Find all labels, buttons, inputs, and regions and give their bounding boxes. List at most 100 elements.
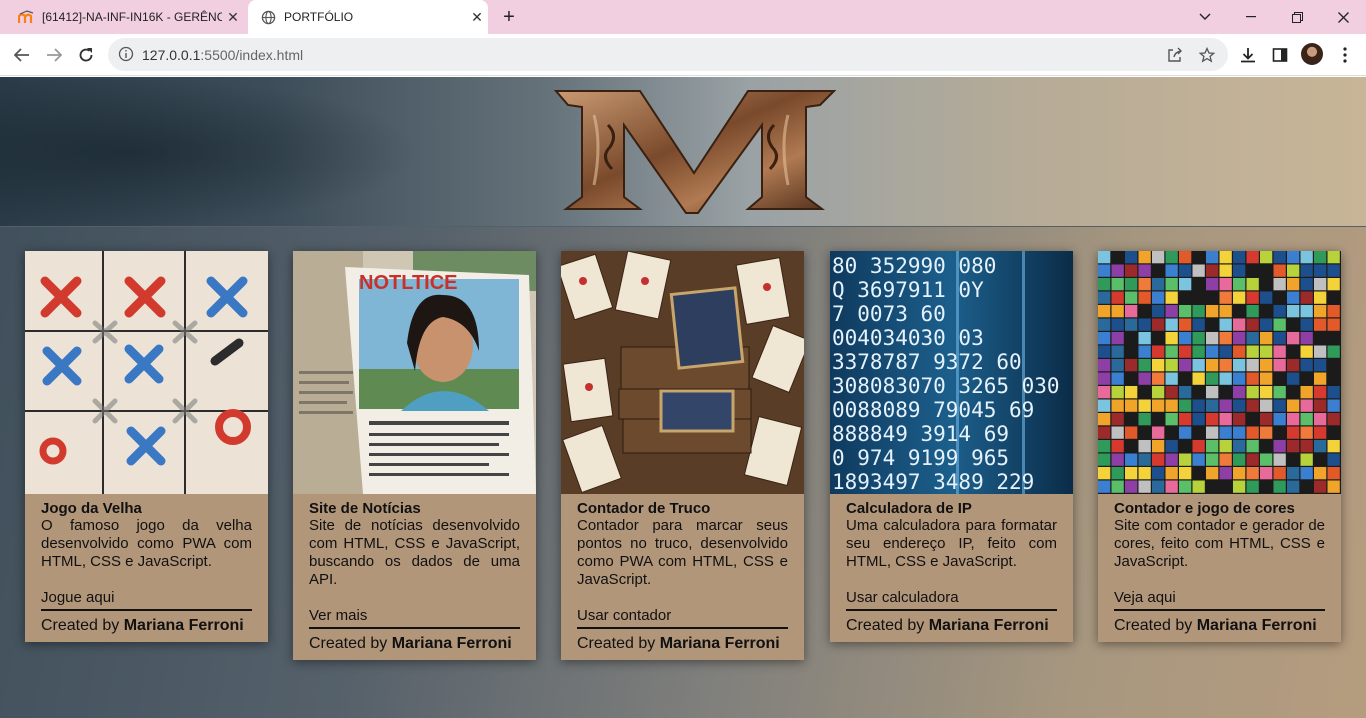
mosaic-tile <box>1179 318 1192 331</box>
mosaic-tile <box>1192 305 1205 318</box>
download-icon[interactable] <box>1237 44 1259 66</box>
share-icon[interactable] <box>1166 46 1184 64</box>
mosaic-tile <box>1206 413 1219 426</box>
mosaic-tile <box>1246 440 1259 453</box>
mosaic-tile <box>1165 453 1178 466</box>
mosaic-tile <box>1300 453 1313 466</box>
mosaic-tile <box>1179 291 1192 304</box>
card-description: Site de notícias desenvolvido com HTML, … <box>309 517 520 588</box>
card-link[interactable]: Ver mais <box>309 607 520 626</box>
minimize-icon[interactable] <box>1228 0 1274 34</box>
reload-icon[interactable] <box>73 42 99 68</box>
mosaic-tile <box>1246 264 1259 277</box>
mosaic-tile <box>1246 467 1259 480</box>
mosaic-tile <box>1138 399 1151 412</box>
mosaic-tile <box>1273 251 1286 264</box>
restore-icon[interactable] <box>1274 0 1320 34</box>
credit-name: Mariana Ferroni <box>1196 617 1317 634</box>
mosaic-tile <box>1327 345 1340 358</box>
side-panel-icon[interactable] <box>1269 44 1291 66</box>
mosaic-tile <box>1165 359 1178 372</box>
mosaic-tile <box>1152 453 1165 466</box>
mosaic-tile <box>1233 480 1246 493</box>
mosaic-tile <box>1111 345 1124 358</box>
mosaic-tile <box>1111 305 1124 318</box>
mosaic-tile <box>1206 372 1219 385</box>
image-number-line: 1893497 3489 229 <box>832 470 1034 494</box>
mosaic-tile <box>1206 264 1219 277</box>
mosaic-tile <box>1111 467 1124 480</box>
mosaic-tile <box>1192 345 1205 358</box>
mosaic-tile <box>1287 291 1300 304</box>
mosaic-tile <box>1260 278 1273 291</box>
mosaic-tile <box>1233 345 1246 358</box>
mosaic-tile <box>1260 453 1273 466</box>
mosaic-tile <box>1165 318 1178 331</box>
playing-cards-image <box>561 251 804 494</box>
tab-portfolio[interactable]: PORTFÓLIO ✕ <box>248 0 488 34</box>
mosaic-tile <box>1246 399 1259 412</box>
mosaic-tile <box>1287 278 1300 291</box>
mosaic-tile <box>1273 399 1286 412</box>
card-link[interactable]: Jogue aqui <box>41 589 252 608</box>
mosaic-tile <box>1138 413 1151 426</box>
mosaic-tile <box>1219 399 1232 412</box>
mosaic-tile <box>1219 453 1232 466</box>
card-link[interactable]: Usar contador <box>577 607 788 626</box>
mosaic-tile <box>1152 305 1165 318</box>
site-info-icon[interactable] <box>118 46 134 67</box>
mosaic-tile <box>1152 345 1165 358</box>
menu-dots-icon[interactable] <box>1334 44 1356 66</box>
card-link[interactable]: Usar calculadora <box>846 589 1057 608</box>
mosaic-tile <box>1287 345 1300 358</box>
mosaic-tile <box>1327 278 1340 291</box>
mosaic-tile <box>1111 332 1124 345</box>
mosaic-tile <box>1206 345 1219 358</box>
card-credit: Created by Mariana Ferroni <box>309 629 520 660</box>
mosaic-tile <box>1300 386 1313 399</box>
tab-search-icon[interactable] <box>1182 0 1228 34</box>
card-link[interactable]: Veja aqui <box>1114 589 1325 608</box>
back-icon[interactable] <box>9 42 35 68</box>
mosaic-tile <box>1206 399 1219 412</box>
mosaic-tile <box>1273 291 1286 304</box>
close-tab-icon[interactable]: ✕ <box>222 9 244 26</box>
mosaic-tile <box>1260 332 1273 345</box>
mosaic-tile <box>1219 332 1232 345</box>
tab-moodle[interactable]: [61412]-NA-INF-IN16K - GERÊNCIA ✕ <box>8 0 244 34</box>
mosaic-tile <box>1273 480 1286 493</box>
mosaic-tile <box>1098 453 1111 466</box>
mosaic-tile <box>1300 426 1313 439</box>
mosaic-tile <box>1192 453 1205 466</box>
mosaic-tile <box>1219 305 1232 318</box>
mosaic-tile <box>1273 359 1286 372</box>
credit-name: Mariana Ferroni <box>928 617 1049 634</box>
mosaic-tile <box>1098 318 1111 331</box>
forward-icon[interactable] <box>41 42 67 68</box>
mosaic-tile <box>1260 251 1273 264</box>
mosaic-tile <box>1314 291 1327 304</box>
mosaic-tile <box>1165 278 1178 291</box>
mosaic-tile <box>1098 251 1111 264</box>
mosaic-tile <box>1300 413 1313 426</box>
address-bar[interactable]: 127.0.0.1:5500/index.html <box>108 38 1228 71</box>
credit-name: Mariana Ferroni <box>391 635 512 652</box>
mosaic-tile <box>1287 467 1300 480</box>
moodle-icon <box>18 9 34 25</box>
bookmark-star-icon[interactable] <box>1198 46 1216 64</box>
close-tab-icon[interactable]: ✕ <box>466 9 488 26</box>
mosaic-tile <box>1111 453 1124 466</box>
profile-avatar[interactable] <box>1301 43 1323 65</box>
mosaic-tile <box>1300 278 1313 291</box>
mosaic-tile <box>1233 359 1246 372</box>
close-window-icon[interactable] <box>1320 0 1366 34</box>
new-tab-button[interactable]: + <box>498 5 520 29</box>
mosaic-tile <box>1246 332 1259 345</box>
mosaic-tile <box>1098 264 1111 277</box>
mosaic-tile <box>1152 413 1165 426</box>
mosaic-tile <box>1152 318 1165 331</box>
mosaic-tile <box>1314 372 1327 385</box>
mosaic-tile <box>1273 345 1286 358</box>
mosaic-tile <box>1300 467 1313 480</box>
mosaic-tile <box>1287 305 1300 318</box>
